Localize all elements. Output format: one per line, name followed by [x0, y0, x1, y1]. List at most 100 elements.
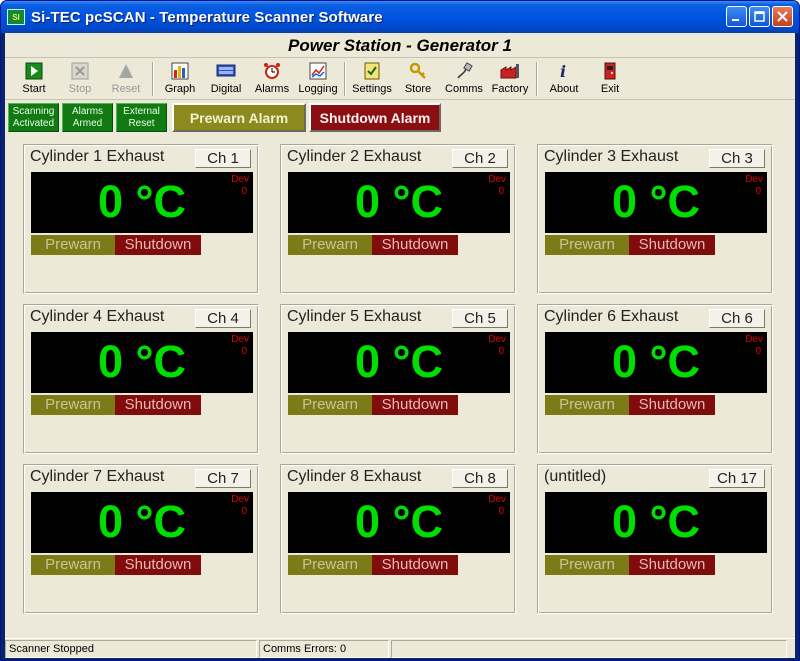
factory-label: Factory: [491, 83, 529, 95]
channel-number-button[interactable]: Ch 6: [709, 309, 765, 328]
deviation-label: Dev: [488, 494, 506, 505]
channel-number-button[interactable]: Ch 5: [452, 309, 508, 328]
toolbar-separator: [536, 62, 538, 96]
digital-display-icon: [216, 61, 236, 81]
temperature-display: 0 °C Dev 0: [545, 172, 767, 233]
scanning-indicator: Scanning Activated: [8, 103, 59, 132]
channel-number-button[interactable]: Ch 4: [195, 309, 251, 328]
channel-panel: Cylinder 3 Exhaust Ch 3 0 °C Dev 0 Prewarn Shu…: [537, 144, 773, 294]
prewarn-lamp: Prewarn: [288, 395, 372, 415]
deviation-label: Dev: [488, 334, 506, 345]
close-button[interactable]: [772, 6, 793, 27]
channel-number-button[interactable]: Ch 7: [195, 469, 251, 488]
comms-plug-icon: [454, 61, 474, 81]
svg-text:i: i: [560, 62, 566, 80]
deviation-value: 0: [755, 346, 761, 357]
window-title: Si-TEC pcSCAN - Temperature Scanner Soft…: [31, 8, 383, 26]
settings-checklist-icon: [362, 61, 382, 81]
shutdown-lamp: Shutdown: [115, 235, 201, 255]
app-window: SI Si-TEC pcSCAN - Temperature Scanner S…: [0, 0, 800, 661]
start-label: Start: [22, 83, 46, 95]
logging-button[interactable]: Logging: [295, 59, 341, 99]
shutdown-lamp: Shutdown: [372, 235, 458, 255]
prewarn-lamp: Prewarn: [31, 395, 115, 415]
comms-errors: Comms Errors: 0: [259, 640, 389, 658]
external-reset-indicator: External Reset: [116, 103, 167, 132]
indicator-row: Scanning Activated Alarms Armed External…: [5, 100, 795, 135]
store-button[interactable]: Store: [395, 59, 441, 99]
stop-button[interactable]: Stop: [57, 59, 103, 99]
alarm-clock-icon: [262, 61, 282, 81]
shutdown-alarm-button[interactable]: Shutdown Alarm: [309, 103, 441, 132]
temperature-value: 0 °C: [97, 336, 187, 387]
status-bar: Scanner Stopped Comms Errors: 0: [5, 638, 795, 658]
app-icon[interactable]: SI: [7, 9, 25, 25]
reset-button[interactable]: Reset: [103, 59, 149, 99]
reset-label: Reset: [111, 83, 141, 95]
start-button[interactable]: Start: [11, 59, 57, 99]
prewarn-lamp: Prewarn: [545, 235, 629, 255]
deviation-value: 0: [498, 506, 504, 517]
channel-panel: Cylinder 6 Exhaust Ch 6 0 °C Dev 0 Prewarn Shu…: [537, 304, 773, 454]
alarms-label: Alarms: [254, 83, 290, 95]
prewarn-lamp: Prewarn: [288, 235, 372, 255]
deviation-value: 0: [241, 506, 247, 517]
alarms-armed-indicator: Alarms Armed: [62, 103, 113, 132]
prewarn-alarm-button[interactable]: Prewarn Alarm: [172, 103, 306, 132]
factory-button[interactable]: Factory: [487, 59, 533, 99]
channel-name: Cylinder 6 Exhaust: [544, 308, 679, 325]
temperature-value: 0 °C: [97, 176, 187, 227]
maximize-button[interactable]: [749, 6, 770, 27]
digital-button[interactable]: Digital: [203, 59, 249, 99]
channel-number-button[interactable]: Ch 1: [195, 149, 251, 168]
channel-name: Cylinder 4 Exhaust: [30, 308, 165, 325]
deviation-label: Dev: [231, 174, 249, 185]
channel-number-button[interactable]: Ch 8: [452, 469, 508, 488]
minimize-button[interactable]: [726, 6, 747, 27]
client-area: Power Station - Generator 1 Start Stop R…: [5, 33, 795, 658]
exit-button[interactable]: Exit: [587, 59, 633, 99]
prewarn-lamp: Prewarn: [288, 555, 372, 575]
temperature-value: 0 °C: [611, 176, 701, 227]
shutdown-lamp: Shutdown: [629, 395, 715, 415]
stop-label: Stop: [68, 83, 92, 95]
shutdown-lamp: Shutdown: [115, 555, 201, 575]
deviation-label: Dev: [231, 334, 249, 345]
channel-number-button[interactable]: Ch 2: [452, 149, 508, 168]
deviation-value: 0: [241, 186, 247, 197]
temperature-value: 0 °C: [354, 336, 444, 387]
settings-label: Settings: [352, 83, 392, 95]
play-icon: [24, 61, 44, 81]
channel-panel: Cylinder 7 Exhaust Ch 7 0 °C Dev 0 Prewarn Shu…: [23, 464, 259, 614]
channel-panel: (untitled) Ch 17 0 °C Prewarn Shutdown: [537, 464, 773, 614]
temperature-display: 0 °C: [545, 492, 767, 553]
prewarn-lamp: Prewarn: [545, 555, 629, 575]
toolbar-separator: [152, 62, 154, 96]
deviation-value: 0: [498, 346, 504, 357]
info-icon: i: [554, 61, 574, 81]
temperature-value: 0 °C: [354, 496, 444, 547]
shutdown-lamp: Shutdown: [372, 395, 458, 415]
about-label: About: [549, 83, 579, 95]
comms-button[interactable]: Comms: [441, 59, 487, 99]
deviation-value: 0: [241, 346, 247, 357]
temperature-value: 0 °C: [611, 336, 701, 387]
temperature-value: 0 °C: [354, 176, 444, 227]
channel-number-button[interactable]: Ch 3: [709, 149, 765, 168]
prewarn-lamp: Prewarn: [545, 395, 629, 415]
about-button[interactable]: i About: [541, 59, 587, 99]
graph-label: Graph: [164, 83, 196, 95]
temperature-value: 0 °C: [611, 496, 701, 547]
title-bar[interactable]: SI Si-TEC pcSCAN - Temperature Scanner S…: [1, 1, 799, 33]
temperature-display: 0 °C Dev 0: [288, 172, 510, 233]
channel-panel: Cylinder 2 Exhaust Ch 2 0 °C Dev 0 Prewarn Shu…: [280, 144, 516, 294]
graph-button[interactable]: Graph: [157, 59, 203, 99]
key-icon: [408, 61, 428, 81]
deviation-label: Dev: [231, 494, 249, 505]
settings-button[interactable]: Settings: [349, 59, 395, 99]
channel-panel: Cylinder 5 Exhaust Ch 5 0 °C Dev 0 Prewarn Shu…: [280, 304, 516, 454]
temperature-value: 0 °C: [97, 496, 187, 547]
channel-panel: Cylinder 1 Exhaust Ch 1 0 °C Dev 0 Prewarn Shu…: [23, 144, 259, 294]
alarms-button[interactable]: Alarms: [249, 59, 295, 99]
channel-number-button[interactable]: Ch 17: [709, 469, 765, 488]
